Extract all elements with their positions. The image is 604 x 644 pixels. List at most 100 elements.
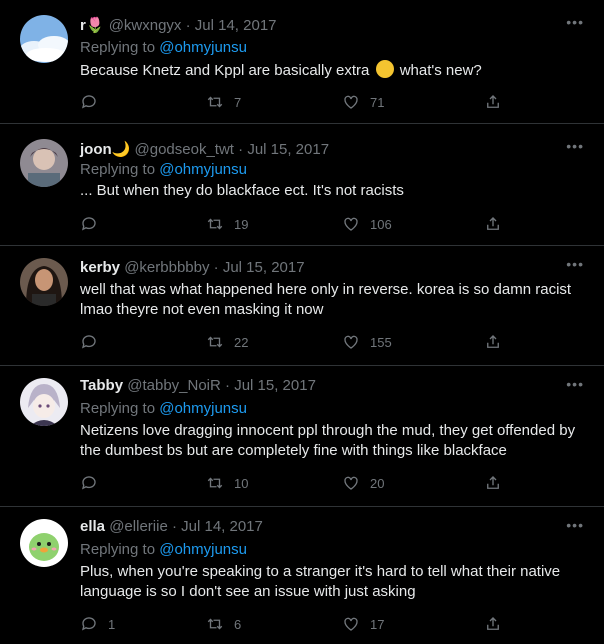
like-count: 20 [370, 475, 385, 491]
like-count: 155 [370, 334, 392, 350]
retweet-count: 19 [234, 216, 249, 232]
tweet[interactable]: ella @elleriie · Jul 14, 2017 ••• Replyi… [0, 507, 604, 644]
handle[interactable]: @kerbbbbby [124, 259, 209, 276]
share-icon [487, 335, 499, 348]
retweet-icon [207, 218, 223, 230]
separator: · [167, 518, 182, 535]
display-name[interactable]: Tabby [80, 377, 123, 394]
retweet-button[interactable]: 19 [206, 214, 248, 234]
mention-link[interactable]: @ohmyjunsu [159, 400, 247, 417]
retweet-icon [207, 477, 223, 489]
tweet-header: kerby @kerbbbbby · Jul 15, 2017 [80, 258, 305, 278]
more-options-icon[interactable]: ••• [566, 15, 584, 29]
more-options-icon[interactable]: ••• [566, 377, 584, 391]
yawning-face-emoji-icon [375, 60, 394, 78]
tweet-feed: r🌷 @kwxngyx · Jul 14, 2017 ••• Replying … [0, 0, 604, 644]
handle[interactable]: @elleriie [109, 518, 168, 535]
reply-icon [81, 476, 96, 490]
tweet-text: Plus, when you're speaking to a stranger… [80, 563, 561, 600]
like-count: 106 [370, 216, 392, 232]
tweet-actions: 22 155 [80, 332, 520, 352]
tweet-actions: 1 6 17 [80, 614, 520, 634]
replying-to: Replying to @ohmyjunsu [80, 540, 247, 560]
replying-to: Replying to @ohmyjunsu [80, 160, 247, 180]
share-button[interactable] [484, 332, 502, 352]
tweet-actions: 19 106 [80, 214, 520, 234]
avatar[interactable] [20, 258, 68, 306]
timestamp[interactable]: Jul 15, 2017 [234, 377, 316, 394]
timestamp[interactable]: Jul 15, 2017 [223, 259, 305, 276]
more-options-icon[interactable]: ••• [566, 139, 584, 153]
timestamp[interactable]: Jul 15, 2017 [247, 141, 329, 158]
mention-link[interactable]: @ohmyjunsu [159, 541, 247, 558]
retweet-count: 7 [234, 94, 242, 110]
reply-button[interactable] [80, 92, 108, 112]
replying-to-label: Replying to [80, 400, 156, 417]
more-options-icon[interactable]: ••• [566, 518, 584, 532]
retweet-button[interactable]: 7 [206, 92, 241, 112]
share-button[interactable] [484, 92, 502, 112]
heart-icon [344, 617, 358, 631]
reply-icon [81, 335, 96, 349]
separator: · [181, 17, 195, 34]
tweet-actions: 7 71 [80, 92, 520, 112]
tweet-header: ella @elleriie · Jul 14, 2017 [80, 517, 263, 537]
handle[interactable]: @tabby_NoiR [127, 377, 221, 394]
avatar[interactable] [20, 15, 68, 63]
mention-link[interactable]: @ohmyjunsu [159, 161, 247, 178]
timestamp[interactable]: Jul 14, 2017 [195, 17, 277, 34]
reply-icon [81, 617, 96, 631]
more-options-icon[interactable]: ••• [566, 257, 584, 271]
display-name[interactable]: joon🌙 [80, 141, 130, 158]
like-button[interactable]: 106 [342, 214, 392, 234]
heart-icon [344, 335, 358, 349]
reply-button[interactable] [80, 473, 108, 493]
replying-to-label: Replying to [80, 161, 156, 178]
handle[interactable]: @godseok_twt [135, 141, 234, 158]
like-count: 17 [370, 616, 385, 632]
like-button[interactable]: 17 [342, 614, 384, 634]
display-name[interactable]: ella [80, 518, 105, 535]
tweet[interactable]: joon🌙 @godseok_twt · Jul 15, 2017 ••• Re… [0, 124, 604, 246]
like-button[interactable]: 155 [342, 332, 392, 352]
tweet[interactable]: r🌷 @kwxngyx · Jul 14, 2017 ••• Replying … [0, 0, 604, 124]
avatar[interactable] [20, 378, 68, 426]
handle[interactable]: @kwxngyx [109, 17, 182, 34]
tweet-text: ... But when they do blackface ect. It's… [80, 182, 404, 199]
reply-button[interactable] [80, 214, 108, 234]
heart-icon [344, 476, 358, 490]
tweet-text-part: what's new? [399, 62, 482, 79]
tweet[interactable]: kerby @kerbbbbby · Jul 15, 2017 ••• well… [0, 246, 604, 366]
retweet-button[interactable]: 22 [206, 332, 248, 352]
like-button[interactable]: 71 [342, 92, 384, 112]
like-count: 71 [370, 94, 385, 110]
share-button[interactable] [484, 214, 502, 234]
share-icon [487, 476, 499, 489]
avatar[interactable] [20, 519, 68, 567]
like-button[interactable]: 20 [342, 473, 384, 493]
retweet-icon [207, 618, 223, 630]
reply-button[interactable]: 1 [80, 614, 115, 634]
share-button[interactable] [484, 614, 502, 634]
retweet-button[interactable]: 6 [206, 614, 241, 634]
heart-icon [344, 217, 358, 231]
share-icon [487, 217, 499, 230]
replying-to-label: Replying to [80, 39, 156, 56]
tweet-text-part: Because Knetz and Kppl are basically ext… [80, 62, 370, 79]
display-name[interactable]: r🌷 [80, 17, 105, 34]
retweet-count: 6 [234, 616, 242, 632]
tweet[interactable]: Tabby @tabby_NoiR · Jul 15, 2017 ••• Rep… [0, 366, 604, 507]
avatar[interactable] [20, 139, 68, 187]
replying-to: Replying to @ohmyjunsu [80, 38, 247, 58]
mention-link[interactable]: @ohmyjunsu [159, 39, 247, 56]
retweet-button[interactable]: 10 [206, 473, 248, 493]
tweet-text: Netizens love dragging innocent ppl thro… [80, 422, 576, 459]
timestamp[interactable]: Jul 14, 2017 [181, 518, 263, 535]
tweet-header: joon🌙 @godseok_twt · Jul 15, 2017 [80, 140, 329, 160]
separator: · [233, 141, 248, 158]
retweet-icon [207, 336, 223, 348]
reply-button[interactable] [80, 332, 108, 352]
display-name[interactable]: kerby [80, 259, 120, 276]
share-icon [487, 95, 499, 108]
share-button[interactable] [484, 473, 502, 493]
